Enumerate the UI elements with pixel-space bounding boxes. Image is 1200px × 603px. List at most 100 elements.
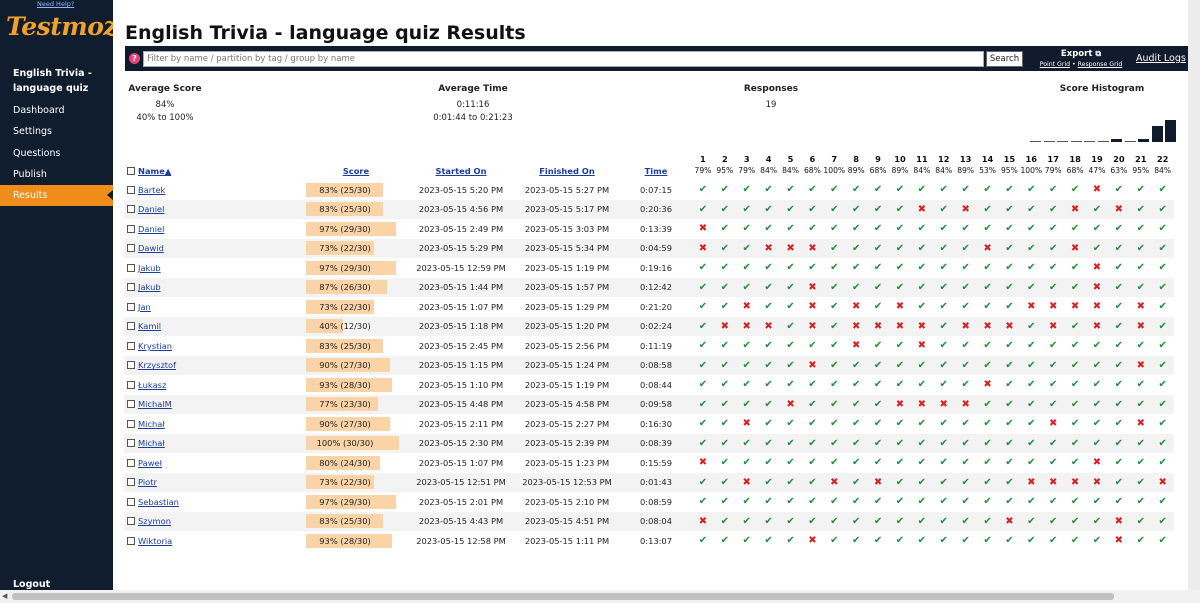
answer-cell[interactable]: ✔ [998, 492, 1021, 512]
table-row[interactable]: Krzysztof 90% (27/30) 2023-05-15 1:15 PM 20… [124, 355, 1174, 375]
answer-cell[interactable]: ✔ [779, 355, 802, 375]
row-checkbox[interactable] [127, 361, 135, 370]
answer-cell[interactable]: ✔ [867, 199, 890, 219]
table-row[interactable]: MichalM 77% (23/30) 2023-05-15 4:48 PM 2023… [124, 394, 1174, 414]
question-column-header[interactable]: 16 100% [1020, 153, 1042, 180]
row-checkbox[interactable] [127, 478, 135, 487]
answer-cell[interactable]: ✔ [713, 336, 736, 356]
answer-cell[interactable]: ✖ [801, 277, 824, 297]
answer-cell[interactable]: ✔ [1107, 297, 1130, 317]
answer-cell[interactable]: ✔ [889, 511, 911, 531]
answer-cell[interactable]: ✔ [713, 492, 736, 512]
question-column-header[interactable]: 7 100% [823, 153, 845, 180]
answer-cell[interactable]: ✔ [1064, 433, 1087, 453]
answer-cell[interactable]: ✔ [823, 492, 846, 512]
answer-cell[interactable]: ✔ [1020, 414, 1043, 434]
answer-cell[interactable]: ✔ [713, 531, 736, 551]
answer-cell[interactable]: ✔ [1107, 433, 1130, 453]
answer-cell[interactable]: ✔ [954, 297, 977, 317]
answer-cell[interactable]: ✔ [954, 355, 977, 375]
answer-cell[interactable]: ✖ [1107, 511, 1130, 531]
answer-cell[interactable]: ✔ [954, 472, 977, 492]
answer-cell[interactable]: ✔ [867, 258, 890, 278]
answer-cell[interactable]: ✔ [845, 180, 868, 200]
answer-cell[interactable]: ✔ [735, 511, 758, 531]
question-column-header[interactable]: 12 84% [933, 153, 955, 180]
answer-cell[interactable]: ✔ [1086, 219, 1108, 239]
started-column-header[interactable]: Started On [408, 153, 514, 180]
answer-cell[interactable]: ✔ [779, 453, 802, 473]
answer-cell[interactable]: ✔ [1042, 180, 1065, 200]
answer-cell[interactable]: ✔ [713, 414, 736, 434]
answer-cell[interactable]: ✔ [1107, 316, 1130, 336]
answer-cell[interactable]: ✔ [757, 453, 780, 473]
answer-cell[interactable]: ✔ [1129, 336, 1152, 356]
answer-cell[interactable]: ✔ [823, 355, 846, 375]
answer-cell[interactable]: ✔ [757, 258, 780, 278]
table-row[interactable]: Jakub 97% (29/30) 2023-05-15 12:59 PM 2023-… [124, 258, 1174, 278]
answer-cell[interactable]: ✔ [976, 453, 999, 473]
answer-cell[interactable]: ✔ [801, 511, 824, 531]
answer-cell[interactable]: ✔ [1151, 531, 1174, 551]
answer-cell[interactable]: ✖ [889, 297, 911, 317]
answer-cell[interactable]: ✔ [910, 511, 933, 531]
answer-cell[interactable]: ✔ [692, 277, 714, 297]
answer-cell[interactable]: ✔ [845, 453, 868, 473]
row-checkbox[interactable] [127, 244, 135, 253]
answer-cell[interactable]: ✖ [932, 394, 955, 414]
answer-cell[interactable]: ✔ [1129, 472, 1152, 492]
answer-cell[interactable]: ✔ [998, 453, 1021, 473]
answer-cell[interactable]: ✔ [889, 531, 911, 551]
answer-cell[interactable]: ✔ [1086, 531, 1108, 551]
answer-cell[interactable]: ✔ [932, 180, 955, 200]
answer-cell[interactable]: ✔ [932, 511, 955, 531]
answer-cell[interactable]: ✔ [867, 277, 890, 297]
answer-cell[interactable]: ✔ [889, 414, 911, 434]
answer-cell[interactable]: ✖ [801, 297, 824, 317]
answer-cell[interactable]: ✔ [757, 219, 780, 239]
answer-cell[interactable]: ✔ [998, 199, 1021, 219]
answer-cell[interactable]: ✔ [998, 238, 1021, 258]
table-row[interactable]: Krystian 83% (25/30) 2023-05-15 2:45 PM 202… [124, 336, 1174, 356]
answer-cell[interactable]: ✔ [713, 355, 736, 375]
table-row[interactable]: Jan 73% (22/30) 2023-05-15 1:07 PM 2023-05-… [124, 297, 1174, 317]
answer-cell[interactable]: ✖ [735, 297, 758, 317]
answer-cell[interactable]: ✔ [735, 336, 758, 356]
answer-cell[interactable]: ✔ [1042, 394, 1065, 414]
answer-cell[interactable]: ✔ [998, 277, 1021, 297]
answer-cell[interactable]: ✔ [757, 355, 780, 375]
question-column-header[interactable]: 4 84% [758, 153, 780, 180]
answer-cell[interactable]: ✔ [1042, 453, 1065, 473]
answer-cell[interactable]: ✔ [932, 336, 955, 356]
answer-cell[interactable]: ✔ [735, 258, 758, 278]
answer-cell[interactable]: ✔ [713, 433, 736, 453]
answer-cell[interactable]: ✔ [976, 433, 999, 453]
student-name-link[interactable]: Daniel [138, 204, 164, 214]
answer-cell[interactable]: ✔ [976, 219, 999, 239]
answer-cell[interactable]: ✔ [757, 492, 780, 512]
student-name-link[interactable]: Michał [138, 438, 165, 448]
finished-sort-link[interactable]: Finished On [539, 166, 595, 176]
row-checkbox[interactable] [127, 497, 135, 506]
answer-cell[interactable]: ✔ [713, 180, 736, 200]
answer-cell[interactable]: ✖ [801, 355, 824, 375]
answer-cell[interactable]: ✔ [976, 472, 999, 492]
answer-cell[interactable]: ✔ [713, 472, 736, 492]
scroll-left-icon[interactable]: ◀ [2, 592, 7, 600]
answer-cell[interactable]: ✔ [998, 531, 1021, 551]
answer-cell[interactable]: ✔ [932, 355, 955, 375]
answer-cell[interactable]: ✖ [1064, 472, 1087, 492]
answer-cell[interactable]: ✖ [1129, 355, 1152, 375]
answer-cell[interactable]: ✔ [823, 414, 846, 434]
answer-cell[interactable]: ✔ [735, 355, 758, 375]
answer-cell[interactable]: ✔ [1107, 375, 1130, 395]
answer-cell[interactable]: ✔ [1086, 336, 1108, 356]
answer-cell[interactable]: ✔ [998, 180, 1021, 200]
answer-cell[interactable]: ✔ [779, 199, 802, 219]
answer-cell[interactable]: ✔ [1042, 433, 1065, 453]
answer-cell[interactable]: ✖ [1042, 414, 1065, 434]
answer-cell[interactable]: ✔ [1064, 316, 1087, 336]
answer-cell[interactable]: ✔ [1064, 531, 1087, 551]
answer-cell[interactable]: ✔ [1107, 414, 1130, 434]
answer-cell[interactable]: ✔ [757, 531, 780, 551]
